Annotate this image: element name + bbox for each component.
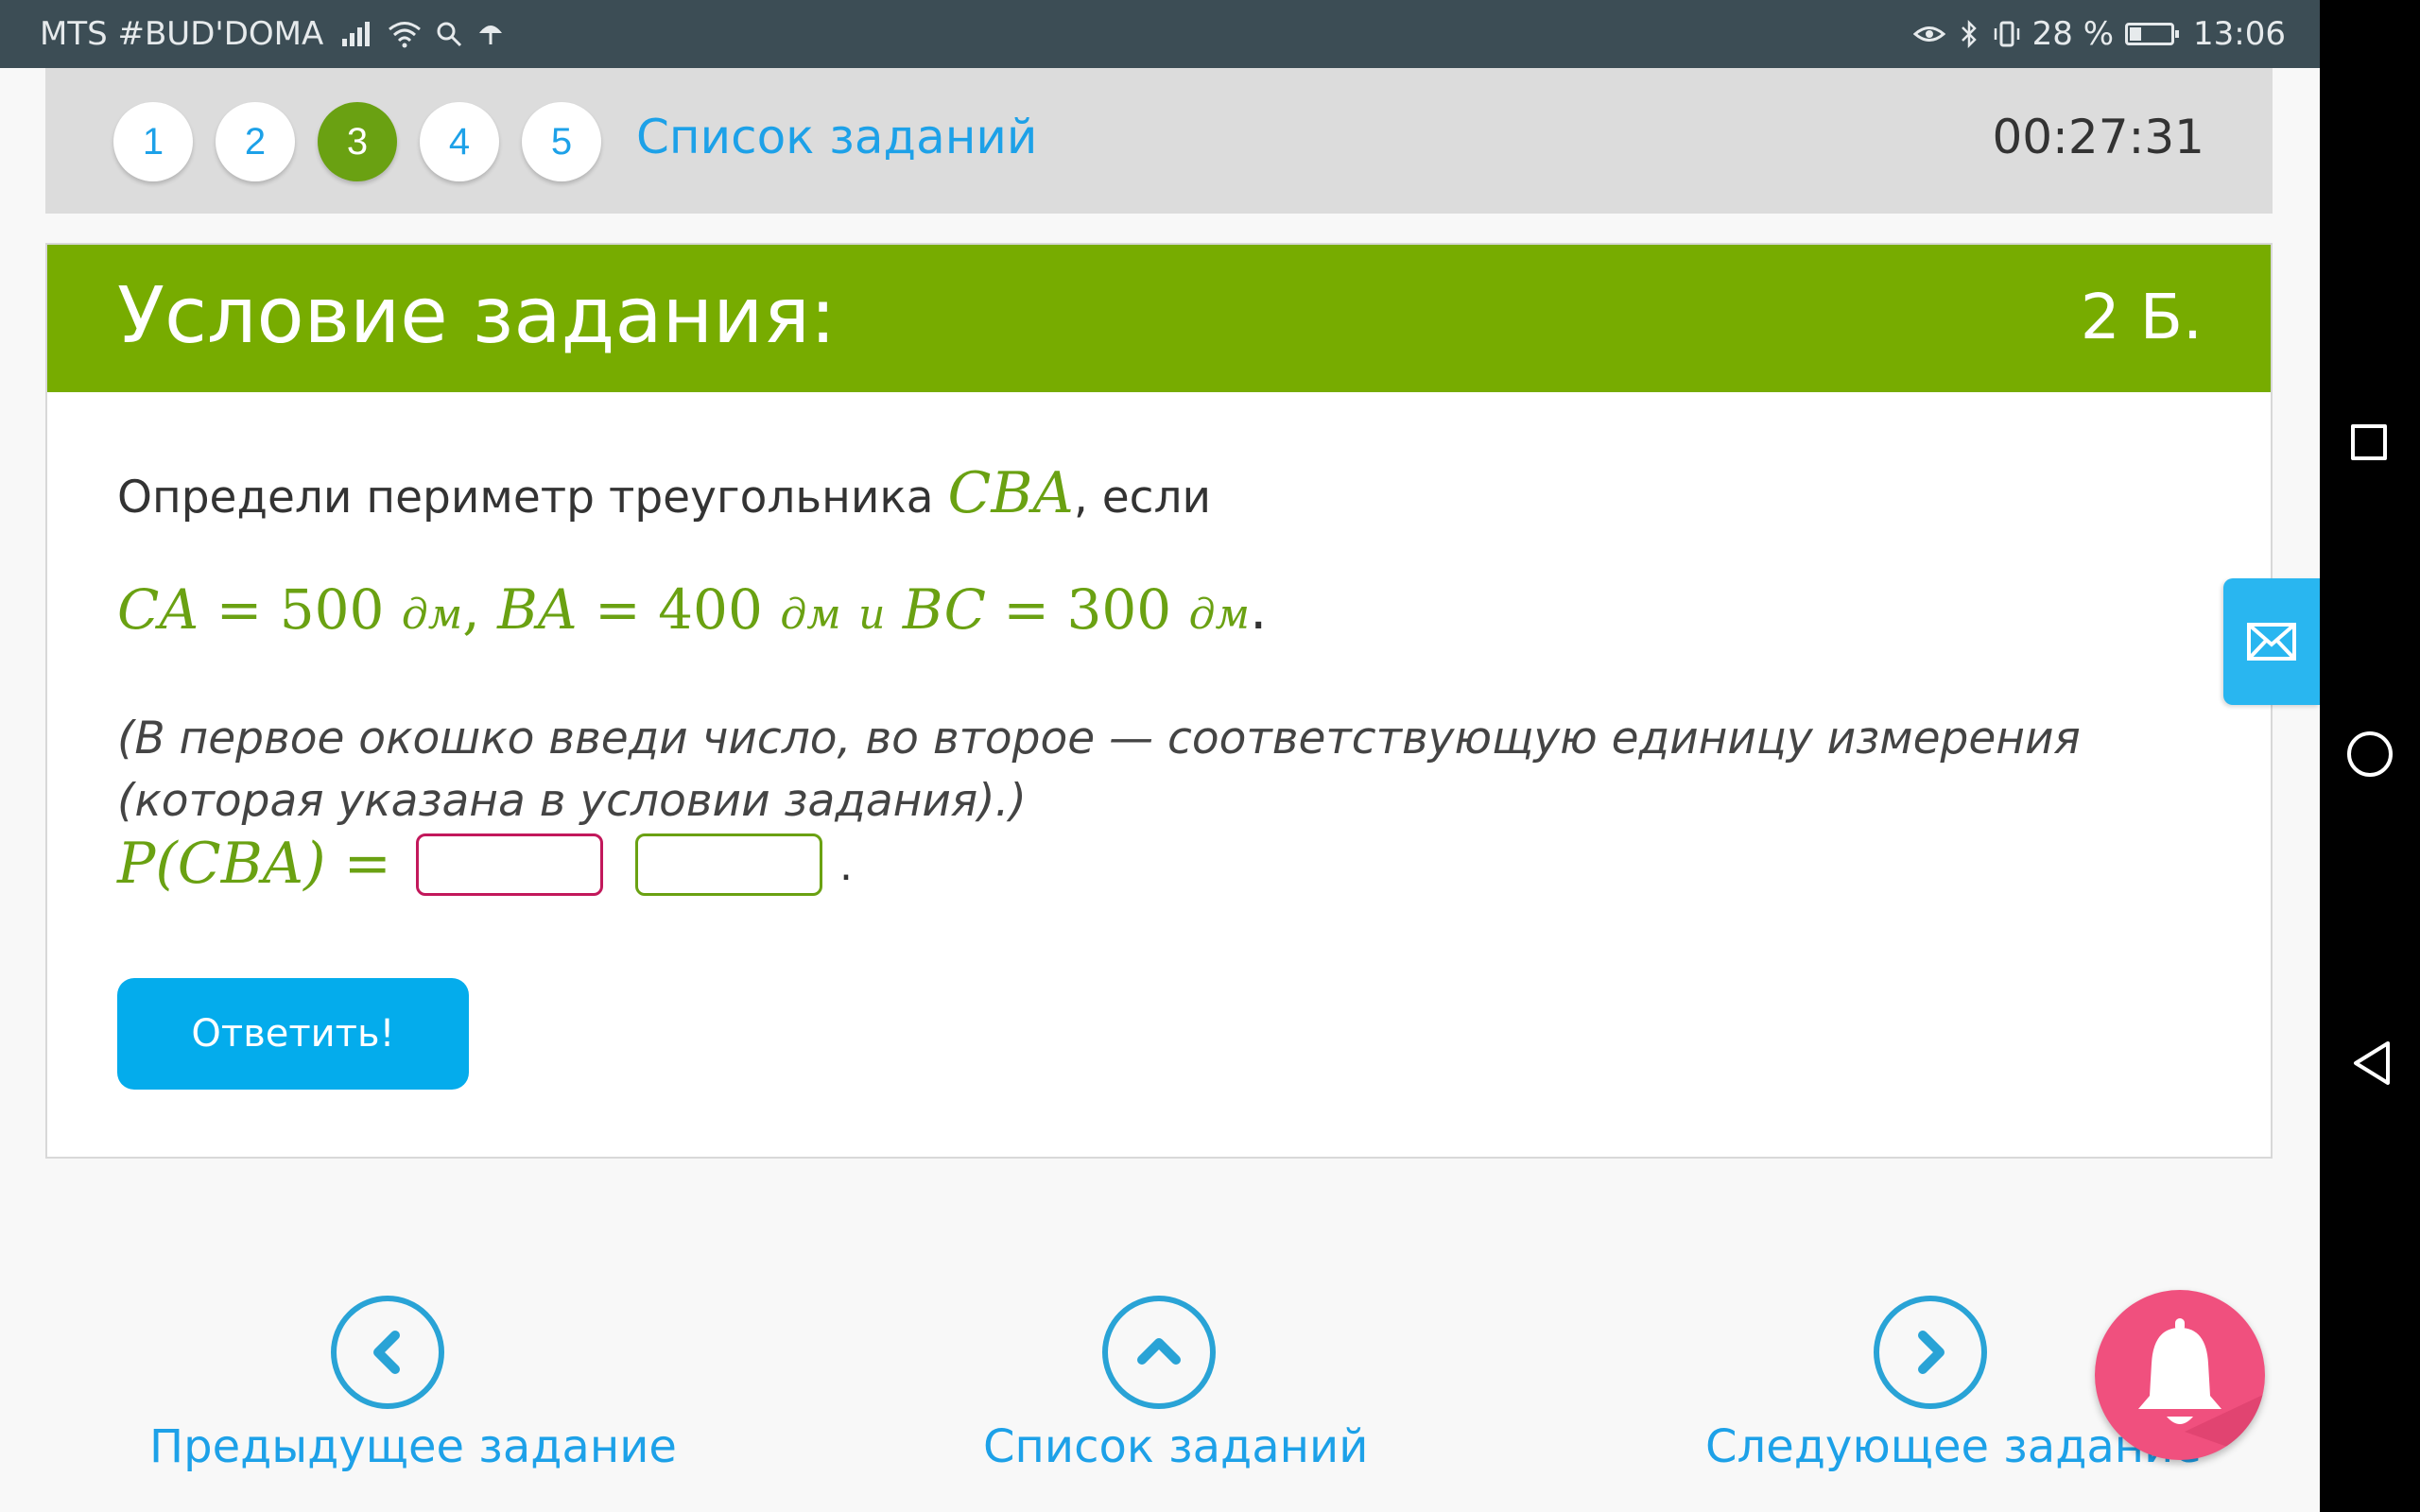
- carrier-name: MTS #BUD'DOMA: [40, 15, 324, 53]
- signal-icon: [342, 22, 371, 46]
- end-period: .: [839, 842, 853, 890]
- step-4-button[interactable]: 4: [420, 102, 499, 181]
- back-button[interactable]: [2352, 1040, 2392, 1087]
- triangle-name: CBA: [947, 460, 1074, 526]
- umbrella-icon: [479, 26, 503, 44]
- task-list-button[interactable]: [1102, 1296, 1216, 1409]
- envelope-icon: [2247, 623, 2296, 661]
- question-text: Определи периметр треугольника CBA, если: [117, 460, 1211, 526]
- task-points: 2 Б.: [2080, 281, 2203, 353]
- battery-icon: [2125, 23, 2180, 45]
- task-card: Условие задания: 2 Б. Определи периметр …: [45, 243, 2273, 1159]
- battery-percent: 28 %: [2031, 15, 2115, 53]
- wifi-icon: [389, 22, 422, 48]
- formula-label: P(CBA) =: [117, 831, 391, 897]
- bc-value: 300: [1066, 577, 1172, 642]
- bell-icon: [2138, 1318, 2265, 1460]
- recents-button[interactable]: [2351, 424, 2387, 460]
- task-list-label[interactable]: Список заданий: [983, 1420, 1368, 1473]
- timer: 00:27:31: [1992, 110, 2204, 164]
- feedback-mail-tab[interactable]: [2223, 578, 2320, 705]
- bc-label: BC: [902, 577, 986, 642]
- submit-answer-button[interactable]: Ответить!: [117, 978, 469, 1090]
- search-icon: [437, 22, 462, 47]
- prev-task-button[interactable]: [331, 1296, 444, 1409]
- chevron-left-icon: [373, 1331, 400, 1374]
- question-prefix: Определи периметр треугольника: [117, 472, 948, 524]
- ba-value: 400: [658, 577, 763, 642]
- bluetooth-icon: [1961, 20, 1977, 48]
- ca-value: 500: [279, 577, 385, 642]
- conditions-line: CA = 500 дм, BA = 400 дм и BC = 300 дм.: [117, 577, 1268, 642]
- hint-text: (В первое окошко введи число, во второе …: [117, 713, 2081, 827]
- answer-number-input[interactable]: [416, 833, 603, 896]
- next-task-button[interactable]: [1874, 1296, 1987, 1409]
- status-bar: MTS #BUD'DOMA 28 % 13:06: [0, 0, 2320, 68]
- clock: 13:06: [2193, 15, 2286, 53]
- task-list-link[interactable]: Список заданий: [636, 110, 1037, 164]
- chevron-up-icon: [1137, 1338, 1181, 1365]
- home-button[interactable]: [2347, 731, 2393, 777]
- task-header: Условие задания: 2 Б.: [47, 245, 2271, 392]
- ca-label: CA: [117, 577, 199, 642]
- notifications-button[interactable]: [2095, 1290, 2265, 1460]
- ba-label: BA: [497, 577, 578, 642]
- formula-text: P(CBA) =: [117, 831, 391, 897]
- ca-unit: дм: [401, 591, 463, 639]
- ba-unit: дм: [780, 591, 841, 639]
- chevron-right-icon: [1918, 1331, 1945, 1374]
- vibrate-icon: [1994, 21, 2019, 47]
- step-5-button[interactable]: 5: [522, 102, 601, 181]
- step-3-button[interactable]: 3: [318, 102, 397, 181]
- answer-unit-input[interactable]: [635, 833, 822, 896]
- step-1-button[interactable]: 1: [113, 102, 193, 181]
- step-2-button[interactable]: 2: [216, 102, 295, 181]
- task-navigation-bar: 1 2 3 4 5 Список заданий 00:27:31: [45, 68, 2273, 214]
- question-suffix: , если: [1073, 472, 1212, 524]
- prev-task-label[interactable]: Предыдущее задание: [149, 1420, 677, 1473]
- bc-unit: дм: [1188, 591, 1250, 639]
- eye-icon: [1912, 26, 1945, 42]
- and-word: и: [858, 591, 886, 639]
- task-title: Условие задания:: [117, 271, 837, 361]
